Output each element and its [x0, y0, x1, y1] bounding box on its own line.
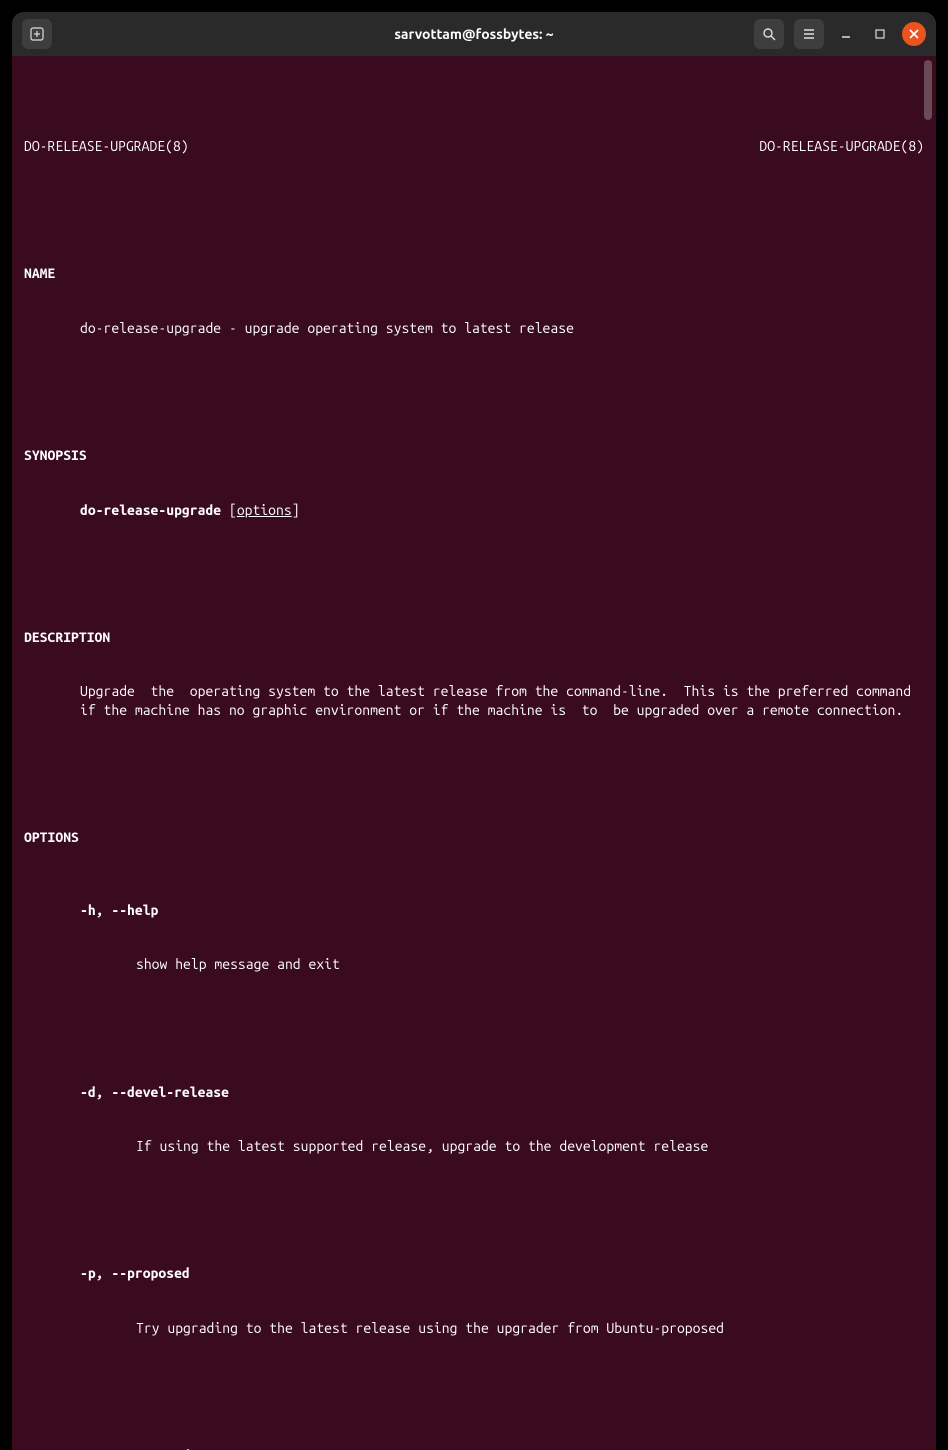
opt-devel-desc: If using the latest supported release, u… — [24, 1137, 924, 1155]
minimize-icon — [840, 28, 852, 40]
man-header-row: DO-RELEASE-UPGRADE(8) DO-RELEASE-UPGRADE… — [24, 137, 924, 155]
titlebar: sarvottam@fossbytes: ~ — [12, 12, 936, 56]
opt-mode-line: -m MODE, --mode=MODE — [24, 1446, 924, 1450]
opt-mode-arg1: MODE, — [96, 1447, 151, 1450]
man-header-right: DO-RELEASE-UPGRADE(8) — [759, 137, 924, 155]
menu-button[interactable] — [794, 19, 824, 49]
search-icon — [762, 27, 776, 41]
close-button[interactable] — [902, 22, 926, 46]
section-name: NAME — [24, 264, 924, 282]
hamburger-icon — [802, 27, 816, 41]
opt-devel-flags: -d, --devel-release — [24, 1083, 924, 1101]
synopsis-cmd: do-release-upgrade — [80, 502, 221, 518]
name-line: do-release-upgrade - upgrade operating s… — [24, 319, 924, 337]
minimize-button[interactable] — [834, 22, 858, 46]
opt-mode-eq: = — [198, 1447, 206, 1450]
opt-help-desc: show help message and exit — [24, 955, 924, 973]
synopsis-options: options — [237, 502, 292, 518]
scrollbar-thumb[interactable] — [924, 60, 932, 120]
section-options: OPTIONS — [24, 828, 924, 846]
synopsis-close: ] — [292, 502, 300, 518]
man-header-left: DO-RELEASE-UPGRADE(8) — [24, 137, 189, 155]
new-tab-button[interactable] — [22, 19, 52, 49]
opt-help-flags: -h, --help — [24, 901, 924, 919]
opt-mode-short: -m — [80, 1447, 96, 1450]
opt-mode-arg2: MODE — [205, 1447, 236, 1450]
synopsis-line: do-release-upgrade [options] — [24, 501, 924, 519]
section-description: DESCRIPTION — [24, 628, 924, 646]
terminal-content[interactable]: DO-RELEASE-UPGRADE(8) DO-RELEASE-UPGRADE… — [12, 56, 936, 1450]
new-tab-icon — [30, 27, 44, 41]
opt-mode-long: --mode — [151, 1447, 198, 1450]
search-button[interactable] — [754, 19, 784, 49]
description-body: Upgrade the operating system to the late… — [24, 682, 924, 718]
synopsis-open: [ — [221, 502, 237, 518]
close-icon — [909, 29, 919, 39]
section-synopsis: SYNOPSIS — [24, 446, 924, 464]
maximize-icon — [874, 28, 886, 40]
maximize-button[interactable] — [868, 22, 892, 46]
terminal-window: sarvottam@fossbytes: ~ DO-RELEASE-UPGRAD… — [12, 12, 936, 1450]
opt-proposed-flags: -p, --proposed — [24, 1264, 924, 1282]
opt-proposed-desc: Try upgrading to the latest release usin… — [24, 1319, 924, 1337]
